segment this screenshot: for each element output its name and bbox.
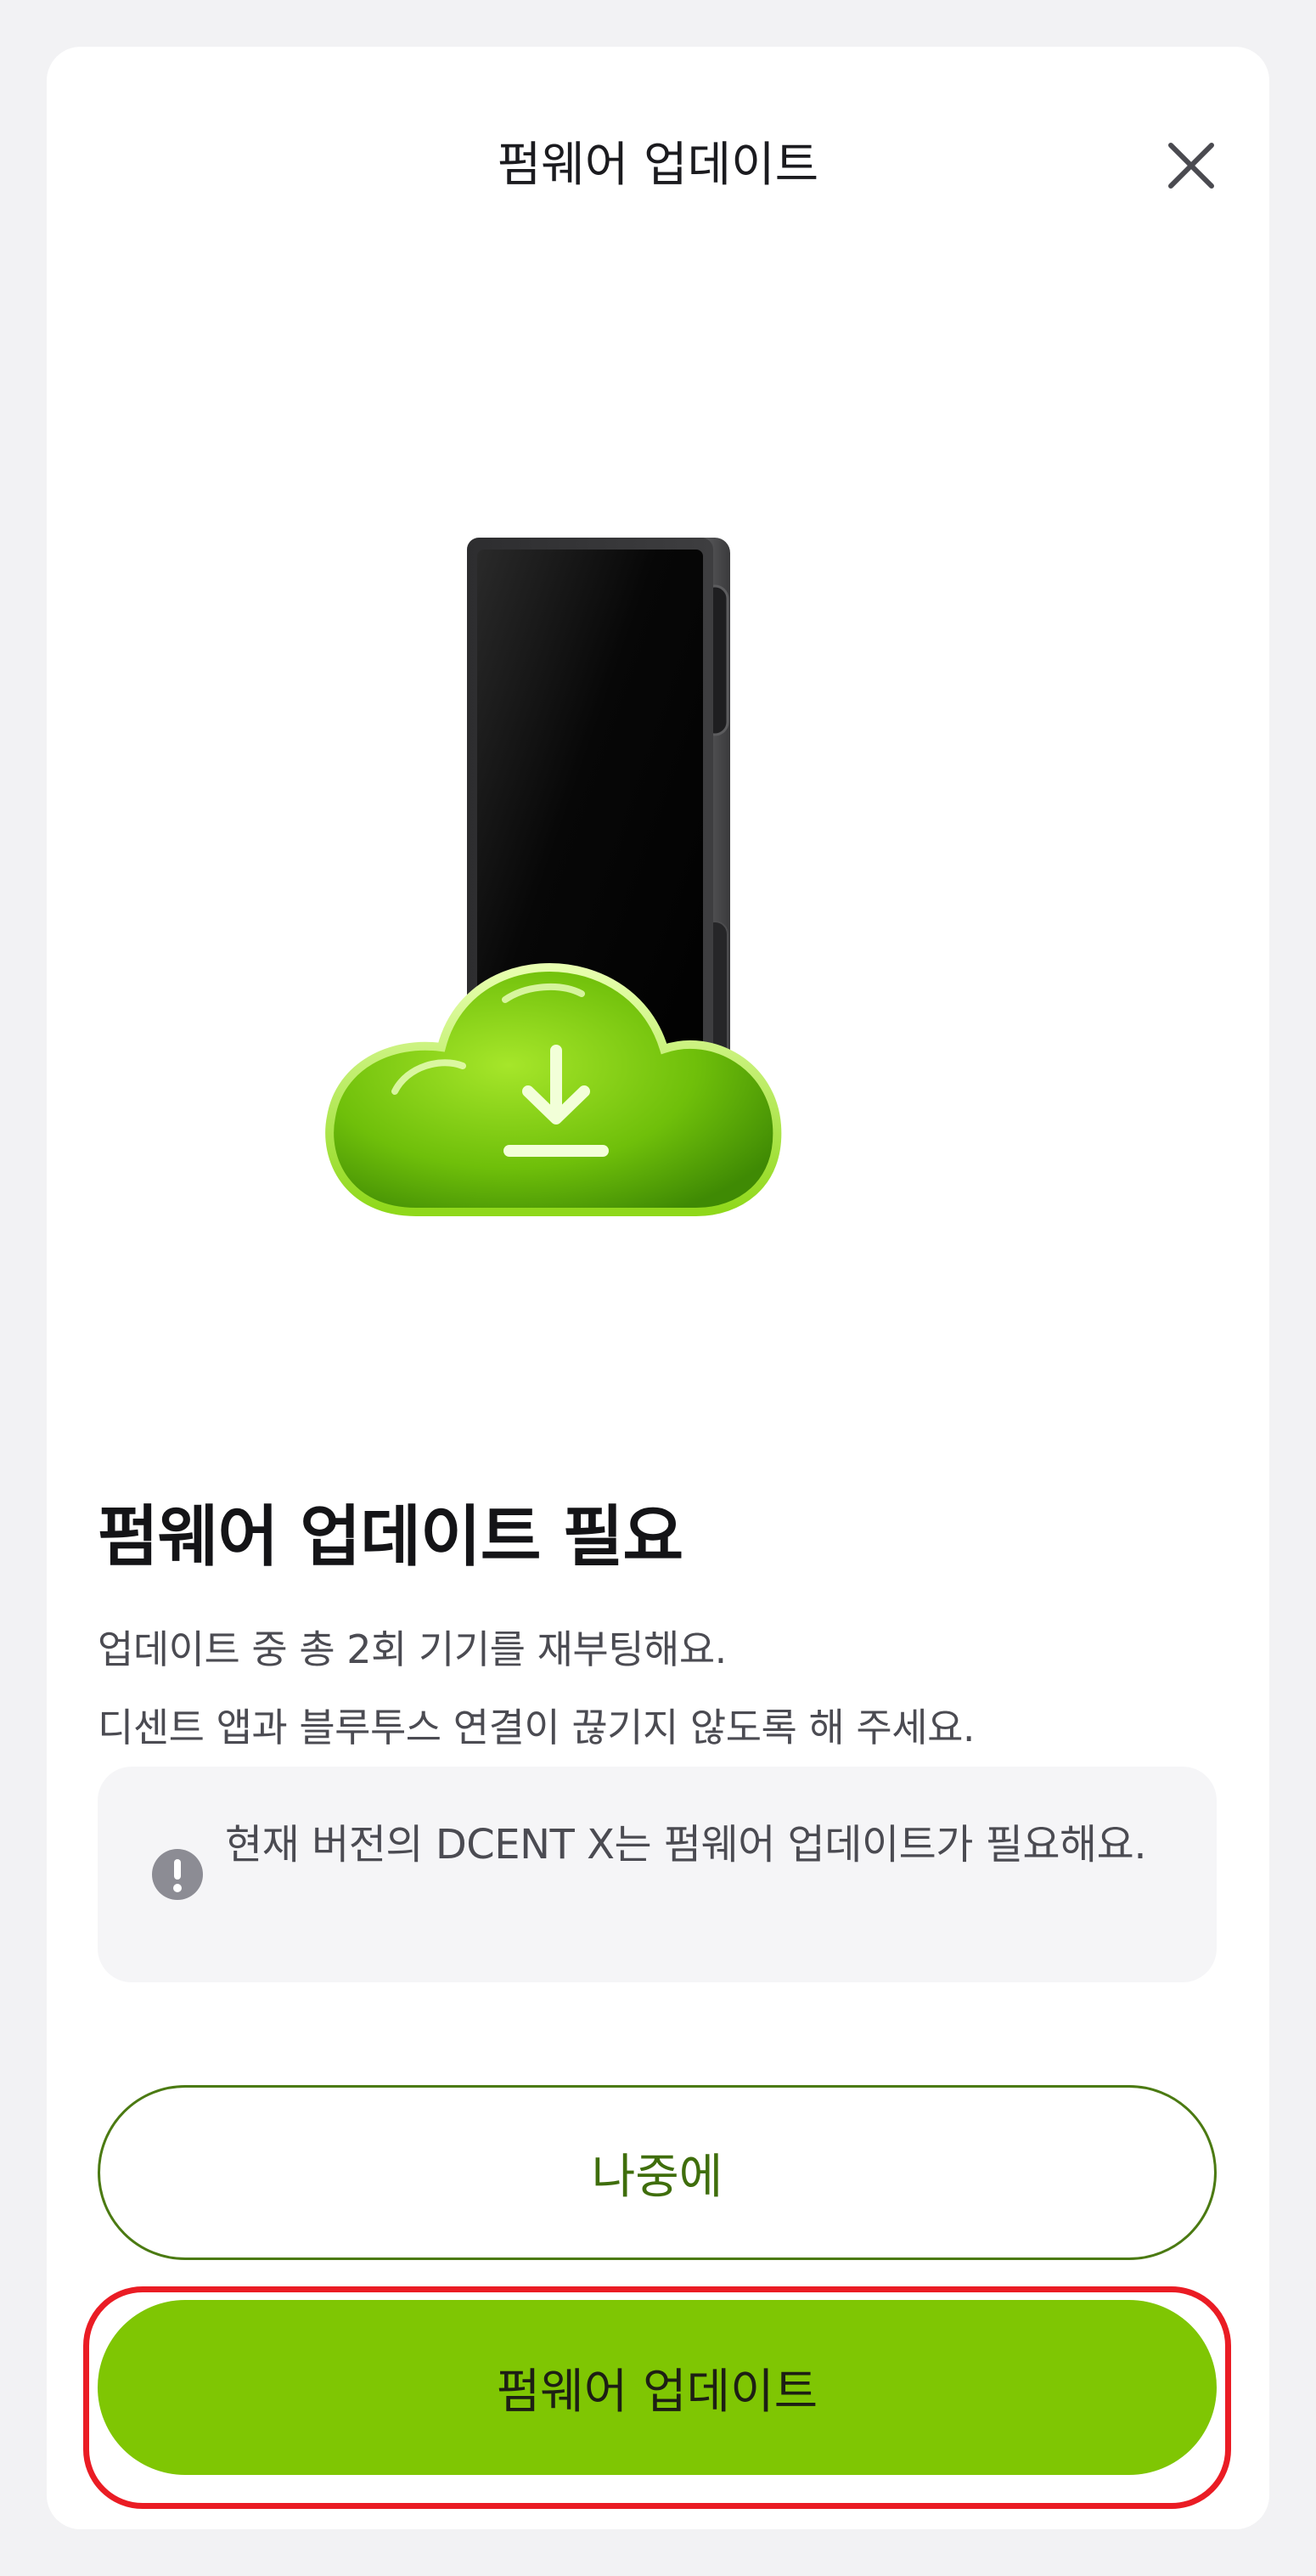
description-reboot: 업데이트 중 총 2회 기기를 재부팅해요. (98, 1626, 727, 1672)
page-title: 펌웨어 업데이트 (497, 138, 819, 193)
description-bluetooth: 디센트 앱과 블루투스 연결이 끊기지 않도록 해 주세요. (98, 1705, 976, 1750)
close-button[interactable] (1150, 125, 1232, 206)
notice-box: 현재 버전의 DCENT X는 펌웨어 업데이트가 필요해요. (98, 1767, 1217, 1982)
exclamation-icon (152, 1849, 203, 1900)
later-button[interactable]: 나중에 (98, 2085, 1217, 2260)
device-illustration (325, 538, 782, 1216)
update-required-title: 펌웨어 업데이트 필요 (98, 1499, 683, 1575)
notice-text: 현재 버전의 DCENT X는 펌웨어 업데이트가 필요해요. (225, 1821, 1147, 1869)
firmware-update-button[interactable]: 펌웨어 업데이트 (98, 2300, 1217, 2475)
hero-illustration (314, 480, 1002, 1244)
firmware-update-sheet: 펌웨어 업데이트 펌웨어 업데이트 필요 업데이트 중 총 2회 기기를 재부팅… (47, 47, 1269, 2529)
close-icon (1168, 143, 1214, 189)
